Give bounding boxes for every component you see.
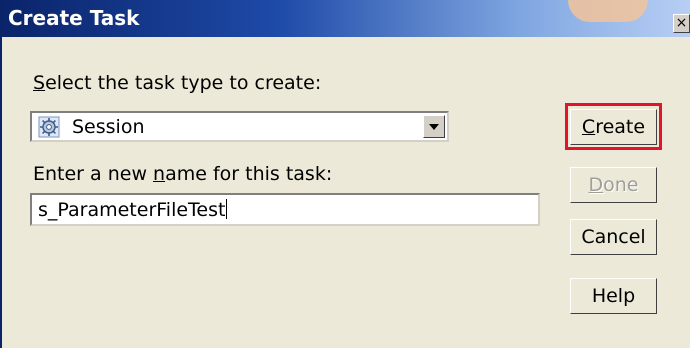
task-name-label: Enter a new name for this task: bbox=[33, 163, 332, 185]
text-caret bbox=[226, 199, 228, 219]
done-button[interactable]: Done bbox=[570, 167, 657, 203]
task-name-label-pre: Enter a new bbox=[33, 163, 154, 185]
task-type-label: Select the task type to create: bbox=[33, 72, 321, 94]
help-button-label: Help bbox=[591, 285, 636, 307]
title-bar[interactable]: Create Task × bbox=[2, 0, 690, 37]
done-button-accel: D bbox=[588, 174, 604, 196]
task-name-value: s_ParameterFileTest bbox=[38, 199, 226, 221]
create-button-accel: C bbox=[581, 116, 596, 138]
task-type-label-accel: S bbox=[33, 72, 46, 94]
create-task-dialog: Create Task × Select the task type to cr… bbox=[0, 0, 690, 348]
dialog-title: Create Task bbox=[8, 6, 140, 30]
close-icon: × bbox=[675, 15, 688, 31]
cancel-button-label: Cancel bbox=[581, 226, 646, 248]
task-type-label-text: elect the task type to create: bbox=[45, 72, 322, 94]
session-icon bbox=[38, 116, 60, 138]
task-name-value-wrap: s_ParameterFileTest bbox=[38, 199, 228, 221]
done-button-label: one bbox=[603, 174, 639, 196]
create-button-label: reate bbox=[595, 116, 646, 138]
task-name-label-post: ame for this task: bbox=[165, 163, 333, 185]
help-button[interactable]: Help bbox=[570, 278, 657, 314]
close-button[interactable]: × bbox=[673, 14, 690, 33]
task-name-input[interactable]: s_ParameterFileTest bbox=[30, 193, 540, 226]
cancel-button[interactable]: Cancel bbox=[570, 219, 657, 255]
task-type-select[interactable]: Session bbox=[30, 111, 449, 142]
task-name-label-accel: n bbox=[153, 163, 166, 185]
task-type-value: Session bbox=[72, 116, 145, 138]
create-button[interactable]: Create bbox=[570, 109, 657, 145]
chevron-down-icon[interactable] bbox=[423, 115, 445, 138]
title-bar-glow bbox=[568, 0, 648, 22]
